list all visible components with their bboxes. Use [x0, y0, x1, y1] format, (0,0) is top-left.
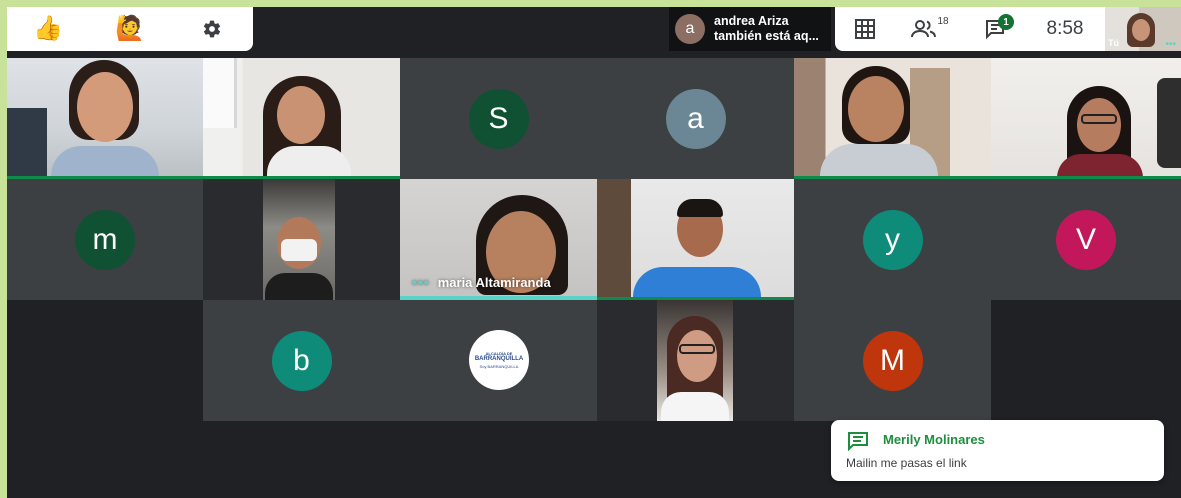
settings-icon [203, 20, 221, 38]
shirt [51, 146, 159, 179]
chat-message-icon [848, 432, 868, 451]
window [203, 58, 237, 128]
notice-message: también está aq... [714, 29, 819, 43]
shirt [265, 273, 333, 300]
bg-furniture [7, 108, 47, 179]
shirt [820, 144, 938, 179]
avatar-a: a [665, 88, 726, 149]
settings-button[interactable] [171, 7, 253, 51]
participant-tile-5[interactable] [794, 58, 991, 179]
raise-hand-button[interactable]: 🙋 [89, 7, 171, 51]
notice-name: andrea Ariza [714, 14, 789, 28]
face [77, 72, 133, 142]
participants-count: 18 [937, 15, 949, 27]
face [677, 330, 717, 382]
chat-sender: Merily Molinares [883, 432, 985, 447]
avatar-y: y [862, 209, 923, 270]
participant-tile-6[interactable] [991, 58, 1181, 179]
people-icon [911, 20, 937, 38]
participant-tile-b[interactable]: b [203, 300, 400, 421]
shirt [267, 146, 351, 179]
notice-avatar: a [675, 14, 705, 44]
avatar-m: m [75, 209, 135, 270]
thumbs-up-button[interactable]: 👍 [7, 7, 89, 51]
avatar-m2: M [862, 330, 923, 391]
logo-line-2: BARRANQUILLA [474, 356, 524, 362]
barranquilla-logo: ALCALDÍA DE BARRANQUILLA Soy BARRANQUILL… [469, 330, 529, 390]
chat-notification[interactable]: Merily Molinares Mailin me pasas el link [831, 420, 1164, 481]
face [1077, 98, 1121, 152]
participant-tile-13[interactable] [597, 300, 794, 421]
clock: 8:58 [1025, 7, 1105, 51]
active-speaker-tile[interactable]: ••• maria Altamiranda [400, 179, 597, 300]
participant-tile-m[interactable]: m [7, 179, 203, 300]
meeting-stage: 👍 🙋 a andrea Ariza también está aq... 18… [7, 7, 1181, 498]
notice-text: andrea Ariza también está aq... [714, 14, 819, 44]
layout-button[interactable] [835, 7, 895, 51]
chat-message: Mailin me pasas el link [846, 456, 967, 470]
bg-object [1157, 78, 1181, 168]
participant-tile-2[interactable] [203, 58, 400, 179]
raise-hand-icon: 🙋 [115, 15, 145, 42]
glasses [679, 344, 715, 354]
glasses [1081, 114, 1117, 124]
video-area [657, 300, 733, 421]
face [277, 86, 325, 144]
hair [677, 199, 723, 217]
grid-layout-icon [855, 19, 875, 39]
self-label: Tú [1108, 38, 1119, 48]
speaker-name-tag: ••• maria Altamiranda [412, 274, 551, 290]
chat-button[interactable]: 1 [965, 7, 1025, 51]
self-more-dots: ••• [1165, 39, 1176, 50]
avatar-s: S [468, 88, 529, 149]
participants-button[interactable]: 18 [895, 7, 965, 51]
participant-tile-s[interactable]: S [400, 58, 597, 179]
reactions-toolbar: 👍 🙋 [7, 7, 253, 51]
join-notification: a andrea Ariza también está aq... [669, 7, 831, 51]
participant-tile-10[interactable] [597, 179, 794, 300]
participant-tile-8[interactable] [203, 179, 400, 300]
thumbs-up-icon: 👍 [33, 15, 63, 42]
meeting-controls: 18 1 8:58 [835, 7, 1105, 51]
face [848, 76, 904, 142]
participant-tile-logo[interactable]: ALCALDÍA DE BARRANQUILLA Soy BARRANQUILL… [400, 300, 597, 421]
participant-tile-v[interactable]: V [991, 179, 1181, 300]
video-area [263, 179, 335, 300]
shirt [633, 267, 761, 300]
self-view[interactable]: Tú ••• [1105, 7, 1181, 51]
shirt [661, 392, 729, 421]
audio-dots-icon: ••• [412, 274, 430, 290]
participant-tile-m2[interactable]: M [794, 300, 991, 421]
chat-unread-badge: 1 [998, 14, 1014, 30]
logo-line-3: Soy BARRANQUILLA [479, 364, 519, 369]
mask [281, 239, 317, 261]
participant-tile-1[interactable] [7, 58, 203, 179]
self-face [1132, 19, 1150, 41]
clock-time: 8:58 [1046, 18, 1084, 39]
bg-door [597, 179, 631, 300]
avatar-b: b [271, 330, 332, 391]
participant-tile-y[interactable]: y [794, 179, 991, 300]
participant-tile-a[interactable]: a [597, 58, 794, 179]
speaker-name: maria Altamiranda [437, 274, 551, 290]
avatar-v: V [1056, 209, 1116, 270]
